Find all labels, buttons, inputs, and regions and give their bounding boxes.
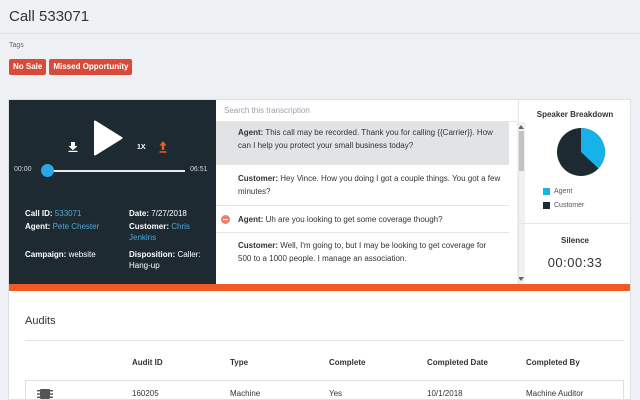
silence-title: Silence (560, 236, 589, 245)
message-text: Uh are you looking to get some coverage … (265, 215, 443, 224)
call-id-label: Call ID: (25, 209, 53, 218)
speaker-divider (519, 223, 631, 224)
cell-completed-date: 10/1/2018 (427, 389, 463, 398)
message-speaker: Agent: (238, 128, 264, 137)
call-detail-card: 1X 00:00 06:51 Call ID: 533071 Date: 7/2… (8, 99, 631, 400)
download-icon[interactable] (68, 142, 78, 152)
speaker-pie-chart (557, 128, 606, 176)
share-icon[interactable] (159, 141, 167, 153)
tag-no-sale[interactable]: No Sale (9, 59, 47, 75)
agent-field: Agent: Pete Chester (25, 221, 99, 232)
legend-agent: Agent (554, 188, 573, 195)
agent-link[interactable]: Pete Chester (53, 222, 100, 231)
disposition-label: Disposition: (129, 250, 176, 259)
speaker-breakdown-title: Speaker Breakdown (536, 110, 614, 119)
customer-label: Customer: (129, 222, 170, 231)
play-button[interactable] (93, 120, 123, 156)
seek-handle[interactable] (41, 164, 54, 177)
page-title: Call 533071 (9, 8, 90, 25)
disposition-field: Disposition: Caller: Hang-up (129, 249, 209, 271)
legend-swatch-agent (543, 188, 550, 195)
message-speaker: Customer: (238, 241, 279, 250)
column-header-completed-by[interactable]: Completed By (526, 358, 580, 367)
cell-complete: Yes (329, 389, 343, 398)
column-header-complete[interactable]: Complete (329, 358, 365, 367)
transcript-message[interactable]: Agent: This call may be recorded. Thank … (216, 122, 509, 165)
column-header-type[interactable]: Type (230, 358, 248, 367)
audio-player: 1X 00:00 06:51 Call ID: 533071 Date: 7/2… (9, 100, 216, 284)
customer-field: Customer: Chris Jenkins (129, 221, 207, 243)
seek-track[interactable] (47, 170, 185, 172)
campaign-value: website (68, 250, 96, 259)
transcript-messages: Agent: This call may be recorded. Thank … (216, 122, 509, 284)
silence-duration: 00:00:33 (547, 255, 603, 270)
message-speaker: Agent: (238, 215, 264, 224)
tag-list: No Sale Missed Opportunity (9, 59, 133, 75)
legend-swatch-customer (543, 202, 550, 209)
current-speaker-icon (221, 215, 230, 224)
machine-chip-icon (37, 389, 53, 399)
message-speaker: Customer: (238, 174, 279, 183)
section-divider-bar (9, 284, 630, 291)
transcript-message[interactable]: Customer: Well, I'm going to, but I may … (216, 233, 509, 284)
date-value: 7/27/2018 (151, 209, 187, 218)
transcript-message[interactable]: Agent: Uh are you looking to get some co… (216, 206, 509, 233)
audits-title: Audits (25, 315, 56, 327)
agent-label: Agent: (25, 222, 51, 231)
tag-missed-opportunity[interactable]: Missed Opportunity (49, 59, 133, 75)
playback-speed-button[interactable]: 1X (137, 144, 146, 151)
cell-type: Machine (230, 389, 261, 398)
date-field: Date: 7/27/2018 (129, 208, 187, 219)
message-text: Hey Vince. How you doing I got a couple … (238, 174, 501, 196)
tags-label: Tags (9, 42, 24, 49)
audits-divider (25, 340, 624, 341)
time-elapsed: 00:00 (14, 166, 32, 173)
campaign-field: Campaign: website (25, 249, 96, 260)
date-label: Date: (129, 209, 150, 218)
title-divider (0, 33, 640, 34)
call-id-link[interactable]: 533071 (55, 209, 82, 218)
call-id-field: Call ID: 533071 (25, 208, 82, 219)
cell-audit-id: 160205 (132, 389, 159, 398)
legend-customer: Customer (554, 202, 585, 209)
cell-completed-by: Machine Auditor (526, 389, 584, 398)
time-duration: 06:51 (190, 166, 208, 173)
message-text: This call may be recorded. Thank you for… (238, 128, 493, 150)
transcript-search-input[interactable] (216, 100, 517, 122)
speaker-breakdown-panel: Speaker Breakdown Agent Customer Silence… (518, 100, 631, 284)
campaign-label: Campaign: (25, 250, 67, 259)
column-header-completed-date[interactable]: Completed Date (427, 358, 488, 367)
column-header-audit-id[interactable]: Audit ID (132, 358, 163, 367)
transcript-panel: Agent: This call may be recorded. Thank … (216, 100, 525, 284)
transcript-message[interactable]: Customer: Hey Vince. How you doing I got… (216, 165, 509, 206)
